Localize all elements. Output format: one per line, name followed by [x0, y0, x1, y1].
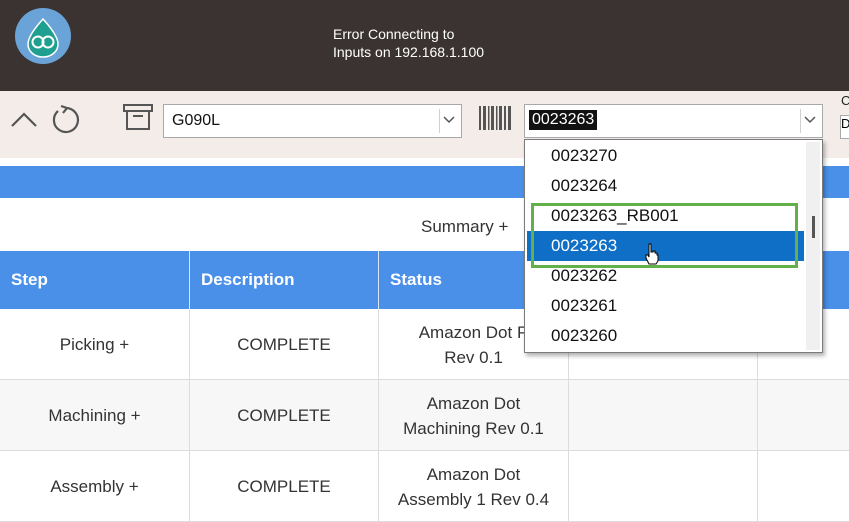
part-select-chevron-down-icon[interactable]: [439, 109, 458, 133]
serial-select-value: 0023263: [529, 110, 598, 130]
status-cell: Amazon Dot Assembly 1 Rev 0.4: [379, 451, 569, 522]
column-header-step: Step: [0, 251, 190, 309]
status-cell: Amazon Dot Machining Rev 0.1: [379, 380, 569, 451]
empty-cell: [569, 451, 758, 522]
empty-cell: [758, 380, 849, 451]
step-cell[interactable]: Picking +: [0, 309, 190, 380]
step-cell[interactable]: Machining +: [0, 380, 190, 451]
serial-select-chevron-down-icon[interactable]: [800, 109, 819, 133]
description-cell: COMPLETE: [190, 380, 379, 451]
connection-status: Error Connecting to Inputs on 192.168.1.…: [333, 25, 484, 61]
part-select-value: G090L: [172, 112, 221, 129]
top-bar: Error Connecting to Inputs on 192.168.1.…: [0, 0, 849, 91]
dropdown-option[interactable]: 0023262: [527, 261, 804, 291]
collapse-up-icon[interactable]: [10, 109, 38, 131]
dropdown-option[interactable]: 0023260: [527, 321, 804, 351]
hand-pointer-icon: [645, 243, 659, 265]
connection-status-line-2: Inputs on 192.168.1.100: [333, 44, 485, 60]
serial-select[interactable]: 0023263: [524, 104, 823, 138]
dropdown-option[interactable]: 0023263_RB001: [527, 201, 804, 231]
dropdown-scrollbar[interactable]: [806, 142, 820, 350]
dropdown-option-selected[interactable]: 0023263: [527, 231, 804, 261]
dropdown-scrollbar-thumb[interactable]: [812, 216, 815, 238]
description-cell: COMPLETE: [190, 309, 379, 380]
table-row: Assembly + COMPLETE Amazon Dot Assembly …: [0, 451, 849, 522]
edge-label: C: [841, 93, 849, 108]
empty-cell: [569, 380, 758, 451]
app-logo-icon[interactable]: [15, 8, 71, 64]
table-row: Machining + COMPLETE Amazon Dot Machinin…: [0, 380, 849, 451]
dropdown-option[interactable]: 0023270: [527, 141, 804, 171]
dropdown-option[interactable]: 0023264: [527, 171, 804, 201]
serial-dropdown-list[interactable]: 0023270 0023264 0023263_RB001 0023263 00…: [524, 139, 823, 353]
step-cell[interactable]: Assembly +: [0, 451, 190, 522]
part-select[interactable]: G090L: [163, 104, 462, 138]
dropdown-option[interactable]: 0023261: [527, 291, 804, 321]
edge-select-value: D: [841, 116, 849, 131]
summary-toggle[interactable]: Summary +: [421, 217, 508, 237]
refresh-icon[interactable]: [49, 103, 83, 137]
edge-select[interactable]: D: [840, 115, 849, 139]
barcode-icon: [479, 106, 511, 130]
description-cell: COMPLETE: [190, 451, 379, 522]
archive-box-icon: [123, 104, 153, 130]
column-header-description: Description: [190, 251, 379, 309]
connection-status-line-1: Error Connecting to: [333, 26, 455, 42]
empty-cell: [758, 451, 849, 522]
